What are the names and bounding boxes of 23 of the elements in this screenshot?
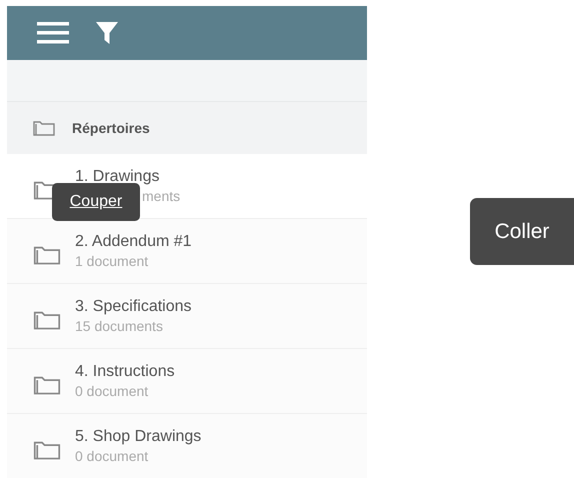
folder-icon: [33, 309, 61, 331]
section-title: Répertoires: [72, 118, 150, 138]
document-count: 0 document: [75, 382, 150, 400]
filter-icon[interactable]: [95, 21, 119, 45]
folder-icon: [33, 119, 55, 137]
folder-icon: [33, 244, 61, 266]
document-count: ments: [142, 187, 180, 205]
folder-item[interactable]: 4. Instructions 0 document: [7, 349, 367, 414]
document-count: 1 document: [75, 252, 150, 270]
folder-title: 2. Addendum #1: [75, 232, 192, 252]
document-count: 15 documents: [75, 317, 164, 335]
folder-item[interactable]: 2. Addendum #1 1 document: [7, 219, 367, 284]
folder-icon: [33, 374, 61, 396]
folder-title: 3. Specifications: [75, 297, 192, 317]
menu-icon[interactable]: [37, 21, 69, 45]
folder-item[interactable]: 5. Shop Drawings 0 document: [7, 414, 367, 478]
paste-button[interactable]: Coller: [470, 198, 574, 265]
document-count: 0 document: [75, 447, 150, 465]
folder-title: 4. Instructions: [75, 362, 175, 382]
folder-icon: [33, 439, 61, 461]
folder-title: 5. Shop Drawings: [75, 427, 202, 447]
cut-tooltip[interactable]: Couper: [52, 183, 140, 221]
folder-item[interactable]: 3. Specifications 15 documents: [7, 284, 367, 349]
